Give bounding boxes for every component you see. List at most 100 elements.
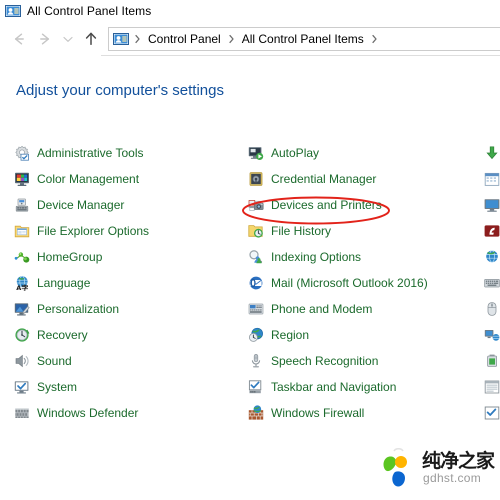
breadcrumb-separator-icon[interactable] (225, 32, 238, 46)
item-internet-options[interactable] (484, 244, 500, 270)
item-system[interactable]: System (14, 374, 149, 400)
keyboard-icon (484, 275, 500, 291)
personalization-icon (14, 301, 30, 317)
item-label: Region (271, 328, 310, 342)
item-device-manager[interactable]: Device Manager (14, 192, 149, 218)
backup-and-restore-icon (484, 145, 500, 161)
display-icon (484, 197, 500, 213)
item-devices-and-printers[interactable]: Devices and Printers (248, 192, 428, 218)
breadcrumb-all-control-panel-items[interactable]: All Control Panel Items (238, 32, 368, 46)
column-3 (484, 140, 500, 426)
windows-firewall-icon (248, 405, 264, 421)
item-label: Color Management (37, 172, 140, 186)
column-2: AutoPlay Credential Manager Devices and … (248, 140, 428, 426)
address-bar[interactable]: Control Panel All Control Panel Items (108, 26, 500, 51)
control-panel-icon (5, 3, 21, 19)
mail-icon (248, 275, 264, 291)
region-icon (248, 327, 264, 343)
item-label: Credential Manager (271, 172, 377, 186)
forward-arrow-icon[interactable] (32, 26, 58, 52)
breadcrumb-separator-icon[interactable] (131, 32, 144, 46)
file-history-icon (248, 223, 264, 239)
item-administrative-tools[interactable]: Administrative Tools (14, 140, 149, 166)
item-mail[interactable]: Mail (Microsoft Outlook 2016) (248, 270, 428, 296)
item-mouse[interactable] (484, 296, 500, 322)
taskbar-and-navigation-icon (248, 379, 264, 395)
devices-and-printers-icon (248, 197, 264, 213)
breadcrumb-separator-icon[interactable] (368, 32, 381, 46)
item-language[interactable]: A 字 Language (14, 270, 149, 296)
item-label: HomeGroup (37, 250, 103, 264)
item-label: Windows Defender (37, 406, 139, 420)
item-label: Recovery (37, 328, 88, 342)
item-label: Administrative Tools (37, 146, 144, 160)
item-autoplay[interactable]: AutoPlay (248, 140, 428, 166)
item-label: Sound (37, 354, 72, 368)
item-flash-player[interactable] (484, 218, 500, 244)
speech-recognition-icon (248, 353, 264, 369)
item-region[interactable]: Region (248, 322, 428, 348)
windows-defender-icon (14, 405, 30, 421)
network-and-sharing-icon (484, 327, 500, 343)
column-1: Administrative Tools Color Management De… (14, 140, 149, 426)
item-file-history[interactable]: File History (248, 218, 428, 244)
up-arrow-icon[interactable] (78, 26, 104, 52)
item-indexing-options[interactable]: Indexing Options (248, 244, 428, 270)
sound-icon (14, 353, 30, 369)
item-programs-and-features[interactable] (484, 374, 500, 400)
item-personalization[interactable]: Personalization (14, 296, 149, 322)
item-backup-and-restore[interactable] (484, 140, 500, 166)
color-management-icon (14, 171, 30, 187)
item-file-explorer-options[interactable]: File Explorer Options (14, 218, 149, 244)
internet-options-icon (484, 249, 500, 265)
item-color-management[interactable]: Color Management (14, 166, 149, 192)
item-keyboard[interactable] (484, 270, 500, 296)
security-and-maintenance-icon (484, 405, 500, 421)
breadcrumb-control-panel[interactable]: Control Panel (144, 32, 225, 46)
item-label: Phone and Modem (271, 302, 373, 316)
item-label: Mail (Microsoft Outlook 2016) (271, 276, 428, 290)
back-arrow-icon[interactable] (6, 26, 32, 52)
control-panel-items-grid: Administrative Tools Color Management De… (0, 140, 500, 440)
watermark-domain: gdhst.com (423, 471, 482, 485)
navbar-divider (101, 55, 500, 56)
window-titlebar: All Control Panel Items (0, 0, 500, 22)
item-homegroup[interactable]: HomeGroup (14, 244, 149, 270)
item-date-and-time[interactable] (484, 166, 500, 192)
item-label: Speech Recognition (271, 354, 379, 368)
item-label: Devices and Printers (271, 198, 382, 212)
mouse-icon (484, 301, 500, 317)
item-taskbar-and-navigation[interactable]: Taskbar and Navigation (248, 374, 428, 400)
administrative-tools-icon (14, 145, 30, 161)
power-options-icon (484, 353, 500, 369)
item-credential-manager[interactable]: Credential Manager (248, 166, 428, 192)
item-security-and-maintenance[interactable] (484, 400, 500, 426)
svg-text:字: 字 (21, 283, 28, 291)
item-label: Indexing Options (271, 250, 362, 264)
recovery-icon (14, 327, 30, 343)
indexing-options-icon (248, 249, 264, 265)
item-network-and-sharing-center[interactable] (484, 322, 500, 348)
item-sound[interactable]: Sound (14, 348, 149, 374)
item-label: Taskbar and Navigation (271, 380, 397, 394)
flash-player-icon (484, 223, 500, 239)
item-power-options[interactable] (484, 348, 500, 374)
item-recovery[interactable]: Recovery (14, 322, 149, 348)
watermark-title: 纯净之家 (422, 450, 495, 472)
item-label: Device Manager (37, 198, 125, 212)
item-label: AutoPlay (271, 146, 320, 160)
item-windows-defender[interactable]: Windows Defender (14, 400, 149, 426)
date-and-time-icon (484, 171, 500, 187)
page-title: Adjust your computer's settings (16, 82, 224, 99)
chevron-down-icon[interactable] (58, 26, 78, 52)
item-label: System (37, 380, 78, 394)
homegroup-icon (14, 249, 30, 265)
item-windows-firewall[interactable]: Windows Firewall (248, 400, 428, 426)
window-title: All Control Panel Items (27, 4, 152, 18)
control-panel-icon (113, 31, 129, 47)
item-label: Personalization (37, 302, 120, 316)
item-speech-recognition[interactable]: Speech Recognition (248, 348, 428, 374)
item-display[interactable] (484, 192, 500, 218)
item-phone-and-modem[interactable]: Phone and Modem (248, 296, 428, 322)
item-label: Windows Firewall (271, 406, 365, 420)
